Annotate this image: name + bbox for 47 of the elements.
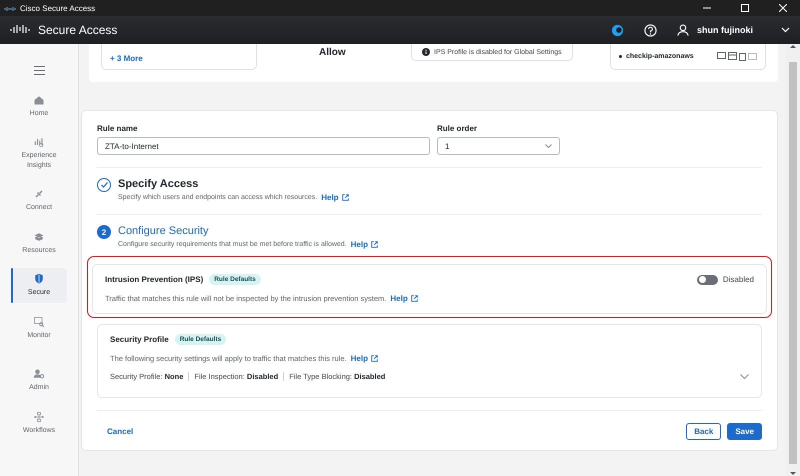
user-icon[interactable] — [677, 24, 689, 36]
product-name: Secure Access — [38, 23, 118, 37]
save-button[interactable]: Save — [727, 423, 762, 440]
sidebar-item-icon — [33, 188, 45, 200]
device-icons-drawing — [717, 52, 757, 61]
help-link[interactable]: Help — [350, 240, 378, 249]
sidebar-item-icon — [33, 230, 45, 243]
menu-icon[interactable] — [34, 66, 44, 75]
chevron-down-icon — [545, 144, 552, 148]
sidebar-item-icon — [33, 94, 45, 106]
window-title: Cisco Secure Access — [20, 4, 96, 12]
logo-icon — [10, 25, 30, 35]
toggle-status: Disabled — [722, 275, 754, 284]
rule-name-field[interactable]: ZTA-to-Internet — [97, 137, 430, 155]
sidebar-item-icon — [33, 410, 45, 422]
logo-icon — [4, 4, 16, 12]
step-number: 2 — [97, 225, 111, 239]
sidebar-item-icon — [33, 368, 45, 380]
help-link[interactable]: Help — [350, 354, 378, 363]
info-icon — [422, 48, 430, 56]
step-title: Specify Access — [118, 178, 200, 190]
status-icon[interactable] — [611, 24, 624, 36]
user-name[interactable]: shun fujinoki — [697, 25, 753, 35]
step-title: Configure Security — [118, 225, 210, 237]
external-link-icon — [342, 194, 349, 201]
more-link[interactable]: + 3 More — [110, 54, 143, 63]
back-button[interactable]: Back — [686, 423, 722, 440]
bullet-icon — [619, 55, 622, 58]
field-label: Rule name — [97, 124, 138, 133]
scroll-down-icon[interactable] — [790, 472, 796, 476]
sidebar-item-icon — [33, 136, 45, 148]
external-link-icon — [410, 295, 418, 302]
section-title: Intrusion Prevention (IPS) — [105, 275, 204, 284]
field-label: Rule order — [437, 124, 478, 133]
check-icon — [97, 178, 111, 192]
sidebar-item-icon — [33, 316, 45, 328]
sidebar-item-icon — [33, 273, 45, 286]
action-text: Allow — [319, 47, 347, 58]
help-link[interactable]: Help — [390, 294, 418, 303]
rule-order-dropdown[interactable]: 1 — [437, 137, 560, 155]
help-link[interactable]: Help — [321, 193, 349, 202]
ips-toggle[interactable] — [696, 274, 718, 284]
help-icon[interactable] — [644, 24, 657, 36]
section-title: Security Profile — [110, 335, 169, 344]
cancel-button[interactable]: Cancel — [97, 427, 144, 436]
external-link-icon — [371, 241, 378, 248]
external-link-icon — [370, 355, 378, 362]
